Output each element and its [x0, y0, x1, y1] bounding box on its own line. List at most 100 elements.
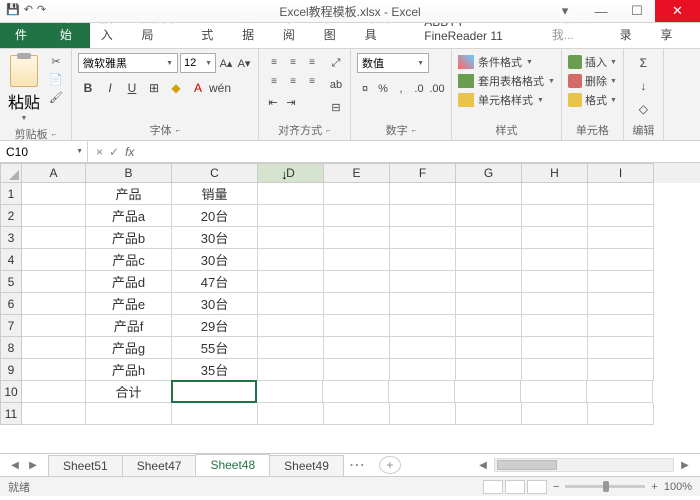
cell[interactable]: 30台	[172, 249, 258, 271]
align-middle-icon[interactable]: ≡	[284, 53, 302, 71]
bold-button[interactable]: B	[78, 78, 98, 98]
row-header[interactable]: 7	[0, 315, 22, 337]
cell[interactable]	[324, 249, 390, 271]
cell[interactable]	[258, 293, 324, 315]
cell[interactable]	[389, 381, 455, 403]
cell[interactable]	[390, 403, 456, 425]
cut-icon[interactable]: ✂	[47, 53, 65, 69]
maximize-icon[interactable]: ☐	[619, 0, 655, 22]
sheet-nav-prev-icon[interactable]: ◀	[6, 460, 24, 471]
decrease-indent-icon[interactable]: ⇤	[265, 92, 281, 112]
cell[interactable]: 产品g	[86, 337, 172, 359]
font-launcher-icon[interactable]: ⌐	[176, 126, 181, 135]
row-header[interactable]: 1	[0, 183, 22, 205]
cell[interactable]	[522, 359, 588, 381]
active-cell[interactable]	[171, 380, 257, 403]
format-cells-button[interactable]: 格式 ▼	[568, 91, 617, 109]
cell[interactable]	[22, 205, 86, 227]
redo-icon[interactable]: ↷	[37, 3, 46, 16]
delete-cells-button[interactable]: 删除 ▼	[568, 72, 617, 90]
cell[interactable]: 产品f	[86, 315, 172, 337]
cell[interactable]	[588, 271, 654, 293]
column-header[interactable]: I	[588, 163, 654, 183]
row-header[interactable]: 8	[0, 337, 22, 359]
cell[interactable]	[456, 271, 522, 293]
add-sheet-button[interactable]: +	[379, 456, 401, 474]
orientation-icon[interactable]: ⤢	[328, 53, 344, 73]
align-right-icon[interactable]: ≡	[303, 72, 321, 90]
border-button[interactable]: ⊞	[144, 78, 164, 98]
format-painter-icon[interactable]: 🖌	[47, 89, 65, 105]
cell[interactable]	[324, 359, 390, 381]
align-launcher-icon[interactable]: ⌐	[326, 126, 331, 135]
cell[interactable]	[522, 315, 588, 337]
cell[interactable]: 产品b	[86, 227, 172, 249]
row-header[interactable]: 2	[0, 205, 22, 227]
decrease-font-icon[interactable]: A▾	[236, 53, 252, 73]
cell[interactable]	[22, 359, 86, 381]
cell[interactable]: 产品c	[86, 249, 172, 271]
align-left-icon[interactable]: ≡	[265, 72, 283, 90]
cell[interactable]	[258, 249, 324, 271]
align-center-icon[interactable]: ≡	[284, 72, 302, 90]
cell[interactable]	[522, 403, 588, 425]
currency-icon[interactable]: ¤	[357, 79, 373, 99]
copy-icon[interactable]: 📄	[47, 71, 65, 87]
conditional-format-button[interactable]: 条件格式 ▼	[458, 53, 533, 71]
hscroll-right-icon[interactable]: ▶	[676, 460, 694, 471]
cell[interactable]: 产品d	[86, 271, 172, 293]
cell[interactable]	[522, 271, 588, 293]
cell[interactable]	[456, 359, 522, 381]
cell[interactable]	[521, 381, 587, 403]
font-size-select[interactable]: 12▼	[180, 53, 216, 73]
cell[interactable]	[324, 227, 390, 249]
hscroll-left-icon[interactable]: ◀	[474, 460, 492, 471]
cell[interactable]	[22, 249, 86, 271]
cell[interactable]	[324, 315, 390, 337]
row-header[interactable]: 11	[0, 403, 22, 425]
cell[interactable]	[390, 205, 456, 227]
cell[interactable]	[588, 293, 654, 315]
cell[interactable]	[258, 183, 324, 205]
cell[interactable]	[456, 205, 522, 227]
font-color-button[interactable]: A	[188, 78, 208, 98]
font-name-select[interactable]: 微软雅黑▼	[78, 53, 178, 73]
zoom-in-icon[interactable]: +	[651, 481, 657, 493]
cell[interactable]	[22, 381, 86, 403]
autosum-icon[interactable]: Σ	[633, 53, 653, 73]
cell[interactable]: 30台	[172, 227, 258, 249]
cell[interactable]	[324, 183, 390, 205]
cell[interactable]	[456, 293, 522, 315]
column-header[interactable]: F	[390, 163, 456, 183]
cell-styles-button[interactable]: 单元格样式 ▼	[458, 91, 544, 109]
phonetic-button[interactable]: wén	[210, 78, 230, 98]
row-header[interactable]: 10	[0, 381, 22, 403]
insert-cells-button[interactable]: 插入 ▼	[568, 53, 617, 71]
cell[interactable]	[456, 249, 522, 271]
cell[interactable]	[258, 403, 324, 425]
cell[interactable]	[588, 337, 654, 359]
cell[interactable]: 30台	[172, 293, 258, 315]
cell[interactable]: 47台	[172, 271, 258, 293]
cell[interactable]	[588, 205, 654, 227]
italic-button[interactable]: I	[100, 78, 120, 98]
cell[interactable]	[390, 271, 456, 293]
cell[interactable]	[86, 403, 172, 425]
cell[interactable]	[390, 293, 456, 315]
cell[interactable]	[258, 271, 324, 293]
clear-icon[interactable]: ◇	[633, 99, 653, 119]
cell[interactable]	[22, 271, 86, 293]
cell[interactable]	[456, 403, 522, 425]
increase-indent-icon[interactable]: ⇥	[283, 92, 299, 112]
comma-icon[interactable]: ,	[393, 79, 409, 99]
decrease-decimal-icon[interactable]: .00	[429, 79, 445, 99]
cell[interactable]	[522, 337, 588, 359]
column-header[interactable]: E	[324, 163, 390, 183]
row-header[interactable]: 3	[0, 227, 22, 249]
row-header[interactable]: 6	[0, 293, 22, 315]
fill-color-button[interactable]: ◆	[166, 78, 186, 98]
cell[interactable]	[522, 227, 588, 249]
fill-icon[interactable]: ↓	[633, 76, 653, 96]
cell[interactable]	[258, 337, 324, 359]
cell[interactable]	[588, 359, 654, 381]
